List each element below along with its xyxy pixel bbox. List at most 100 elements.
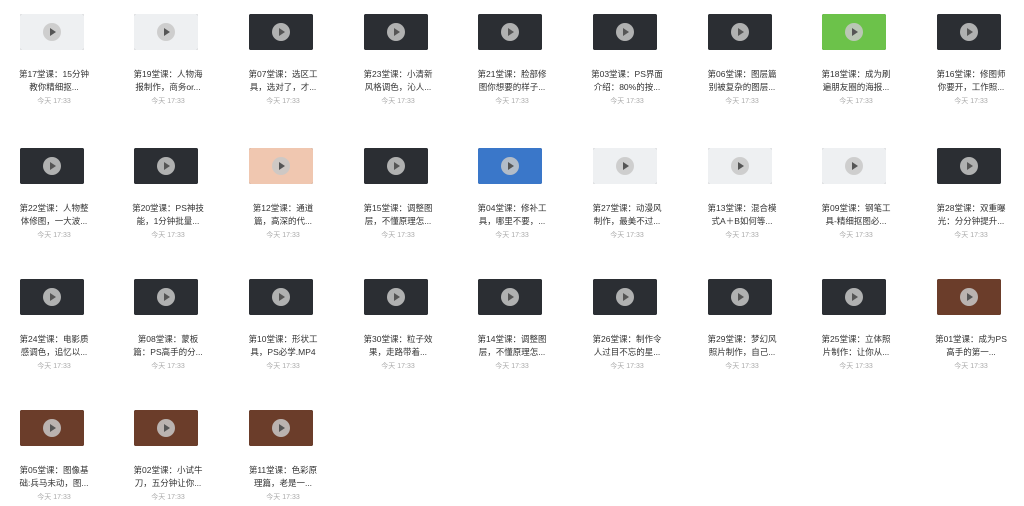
file-time: 今天 17:33 xyxy=(495,232,529,239)
file-name[interactable]: 第05堂课：图像基础:兵马未动，图... xyxy=(16,464,92,490)
file-name[interactable]: 第02堂课：小试牛刀，五分钟让你... xyxy=(130,464,206,490)
play-icon xyxy=(616,157,634,175)
file-name[interactable]: 第30堂课：粒子效果，走路带着... xyxy=(360,333,436,359)
video-thumbnail[interactable] xyxy=(593,148,657,184)
file-item[interactable]: 第10堂课：形状工具，PS必学.MP4 今天 17:33 xyxy=(229,265,329,375)
file-item[interactable]: 第27堂课：动漫风制作，最美不过... 今天 17:33 xyxy=(573,134,673,244)
video-thumbnail[interactable] xyxy=(134,14,198,50)
file-name[interactable]: 第17堂课：15分钟教你精细抠... xyxy=(16,68,92,94)
file-name[interactable]: 第21堂课：脸部修图你想要的样子... xyxy=(474,68,550,94)
video-thumbnail[interactable] xyxy=(134,410,198,446)
file-item[interactable]: 第21堂课：脸部修图你想要的样子... 今天 17:33 xyxy=(458,0,558,110)
file-name[interactable]: 第24堂课：电影质感调色，追忆以... xyxy=(16,333,92,359)
file-item[interactable]: 第17堂课：15分钟教你精细抠... 今天 17:33 xyxy=(0,0,100,110)
file-item[interactable]: 第13堂课：混合模式A＋B如何等... 今天 17:33 xyxy=(688,134,788,244)
file-item[interactable]: 第04堂课：修补工具，哪里不要，... 今天 17:33 xyxy=(458,134,558,244)
file-item[interactable]: 第08堂课：蒙板篇：PS高手的分... 今天 17:33 xyxy=(114,265,214,375)
video-thumbnail[interactable] xyxy=(20,410,84,446)
file-item[interactable]: 第01堂课：成为PS高手的第一... 今天 17:33 xyxy=(917,265,1017,375)
video-thumbnail[interactable] xyxy=(20,148,84,184)
video-thumbnail[interactable] xyxy=(822,14,886,50)
file-time: 今天 17:33 xyxy=(151,363,185,370)
play-icon xyxy=(387,288,405,306)
file-name[interactable]: 第22堂课：人物整体修图，一大波... xyxy=(16,202,92,228)
file-name[interactable]: 第23堂课：小清新风格调色，沁人... xyxy=(360,68,436,94)
video-thumbnail[interactable] xyxy=(937,148,1001,184)
video-thumbnail[interactable] xyxy=(249,148,313,184)
file-item[interactable]: 第14堂课：调整图层，不懂原理怎... 今天 17:33 xyxy=(458,265,558,375)
file-item[interactable]: 第28堂课：双重曝光：分分钟提升... 今天 17:33 xyxy=(917,134,1017,244)
video-thumbnail[interactable] xyxy=(20,14,84,50)
video-thumbnail[interactable] xyxy=(249,14,313,50)
file-time: 今天 17:33 xyxy=(266,232,300,239)
file-time: 今天 17:33 xyxy=(610,98,644,105)
file-item[interactable]: 第02堂课：小试牛刀，五分钟让你... 今天 17:33 xyxy=(114,396,214,506)
file-item[interactable]: 第12堂课：通道篇，高深的代... 今天 17:33 xyxy=(229,134,329,244)
video-thumbnail[interactable] xyxy=(134,279,198,315)
file-name[interactable]: 第19堂课：人物海报制作，商务or... xyxy=(130,68,206,94)
file-name[interactable]: 第06堂课：图层篇别被复杂的图层... xyxy=(704,68,780,94)
file-name[interactable]: 第10堂课：形状工具，PS必学.MP4 xyxy=(245,333,321,359)
file-item[interactable]: 第29堂课：梦幻风照片制作，自己... 今天 17:33 xyxy=(688,265,788,375)
file-item[interactable]: 第07堂课：选区工具，选对了，才... 今天 17:33 xyxy=(229,0,329,110)
video-thumbnail[interactable] xyxy=(593,14,657,50)
file-item[interactable]: 第24堂课：电影质感调色，追忆以... 今天 17:33 xyxy=(0,265,100,375)
video-thumbnail[interactable] xyxy=(822,279,886,315)
video-thumbnail[interactable] xyxy=(708,279,772,315)
file-name[interactable]: 第01堂课：成为PS高手的第一... xyxy=(933,333,1009,359)
file-name[interactable]: 第16堂课：修图师你要开，工作照... xyxy=(933,68,1009,94)
file-item[interactable]: 第11堂课：色彩原理篇，老是一... 今天 17:33 xyxy=(229,396,329,506)
file-item[interactable]: 第26堂课：制作令人过目不忘的星... 今天 17:33 xyxy=(573,265,673,375)
file-name[interactable]: 第13堂课：混合模式A＋B如何等... xyxy=(704,202,780,228)
file-name[interactable]: 第15堂课：调整图层，不懂原理怎... xyxy=(360,202,436,228)
file-time: 今天 17:33 xyxy=(954,232,988,239)
file-name[interactable]: 第20堂课：PS神技能，1分钟批量... xyxy=(130,202,206,228)
file-item[interactable]: 第15堂课：调整图层，不懂原理怎... 今天 17:33 xyxy=(344,134,444,244)
file-item[interactable]: 第19堂课：人物海报制作，商务or... 今天 17:33 xyxy=(114,0,214,110)
video-thumbnail[interactable] xyxy=(593,279,657,315)
file-time: 今天 17:33 xyxy=(151,232,185,239)
file-item[interactable]: 第03堂课：PS界面介绍：80%的按... 今天 17:33 xyxy=(573,0,673,110)
video-thumbnail[interactable] xyxy=(708,148,772,184)
video-thumbnail[interactable] xyxy=(478,279,542,315)
file-item[interactable]: 第30堂课：粒子效果，走路带着... 今天 17:33 xyxy=(344,265,444,375)
video-thumbnail[interactable] xyxy=(249,279,313,315)
file-name[interactable]: 第08堂课：蒙板篇：PS高手的分... xyxy=(130,333,206,359)
file-item[interactable]: 第20堂课：PS神技能，1分钟批量... 今天 17:33 xyxy=(114,134,214,244)
file-item[interactable]: 第05堂课：图像基础:兵马未动，图... 今天 17:33 xyxy=(0,396,100,506)
file-item[interactable]: 第16堂课：修图师你要开，工作照... 今天 17:33 xyxy=(917,0,1017,110)
video-thumbnail[interactable] xyxy=(134,148,198,184)
file-name[interactable]: 第27堂课：动漫风制作，最美不过... xyxy=(589,202,665,228)
video-thumbnail[interactable] xyxy=(20,279,84,315)
file-item[interactable]: 第25堂课：立体照片制作：让你从... 今天 17:33 xyxy=(802,265,902,375)
file-name[interactable]: 第26堂课：制作令人过目不忘的星... xyxy=(589,333,665,359)
file-item[interactable]: 第22堂课：人物整体修图，一大波... 今天 17:33 xyxy=(0,134,100,244)
file-name[interactable]: 第11堂课：色彩原理篇，老是一... xyxy=(245,464,321,490)
video-thumbnail[interactable] xyxy=(822,148,886,184)
video-thumbnail[interactable] xyxy=(364,14,428,50)
file-name[interactable]: 第07堂课：选区工具，选对了，才... xyxy=(245,68,321,94)
video-thumbnail[interactable] xyxy=(937,14,1001,50)
video-thumbnail[interactable] xyxy=(364,148,428,184)
video-thumbnail[interactable] xyxy=(478,148,542,184)
video-thumbnail[interactable] xyxy=(937,279,1001,315)
video-thumbnail[interactable] xyxy=(364,279,428,315)
file-name[interactable]: 第28堂课：双重曝光：分分钟提升... xyxy=(933,202,1009,228)
video-thumbnail[interactable] xyxy=(478,14,542,50)
file-name[interactable]: 第14堂课：调整图层，不懂原理怎... xyxy=(474,333,550,359)
file-item[interactable]: 第09堂课：钢笔工具-精细抠图必... 今天 17:33 xyxy=(802,134,902,244)
file-name[interactable]: 第09堂课：钢笔工具-精细抠图必... xyxy=(818,202,894,228)
file-name[interactable]: 第04堂课：修补工具，哪里不要，... xyxy=(474,202,550,228)
file-name[interactable]: 第25堂课：立体照片制作：让你从... xyxy=(818,333,894,359)
file-name[interactable]: 第12堂课：通道篇，高深的代... xyxy=(245,202,321,228)
file-item[interactable]: 第18堂课：成为刷遍朋友圈的海报... 今天 17:33 xyxy=(802,0,902,110)
video-thumbnail[interactable] xyxy=(249,410,313,446)
file-item[interactable]: 第23堂课：小清新风格调色，沁人... 今天 17:33 xyxy=(344,0,444,110)
play-icon xyxy=(845,23,863,41)
video-thumbnail[interactable] xyxy=(708,14,772,50)
file-name[interactable]: 第03堂课：PS界面介绍：80%的按... xyxy=(589,68,665,94)
file-name[interactable]: 第18堂课：成为刷遍朋友圈的海报... xyxy=(818,68,894,94)
file-name[interactable]: 第29堂课：梦幻风照片制作，自己... xyxy=(704,333,780,359)
file-time: 今天 17:33 xyxy=(37,98,71,105)
file-item[interactable]: 第06堂课：图层篇别被复杂的图层... 今天 17:33 xyxy=(688,0,788,110)
